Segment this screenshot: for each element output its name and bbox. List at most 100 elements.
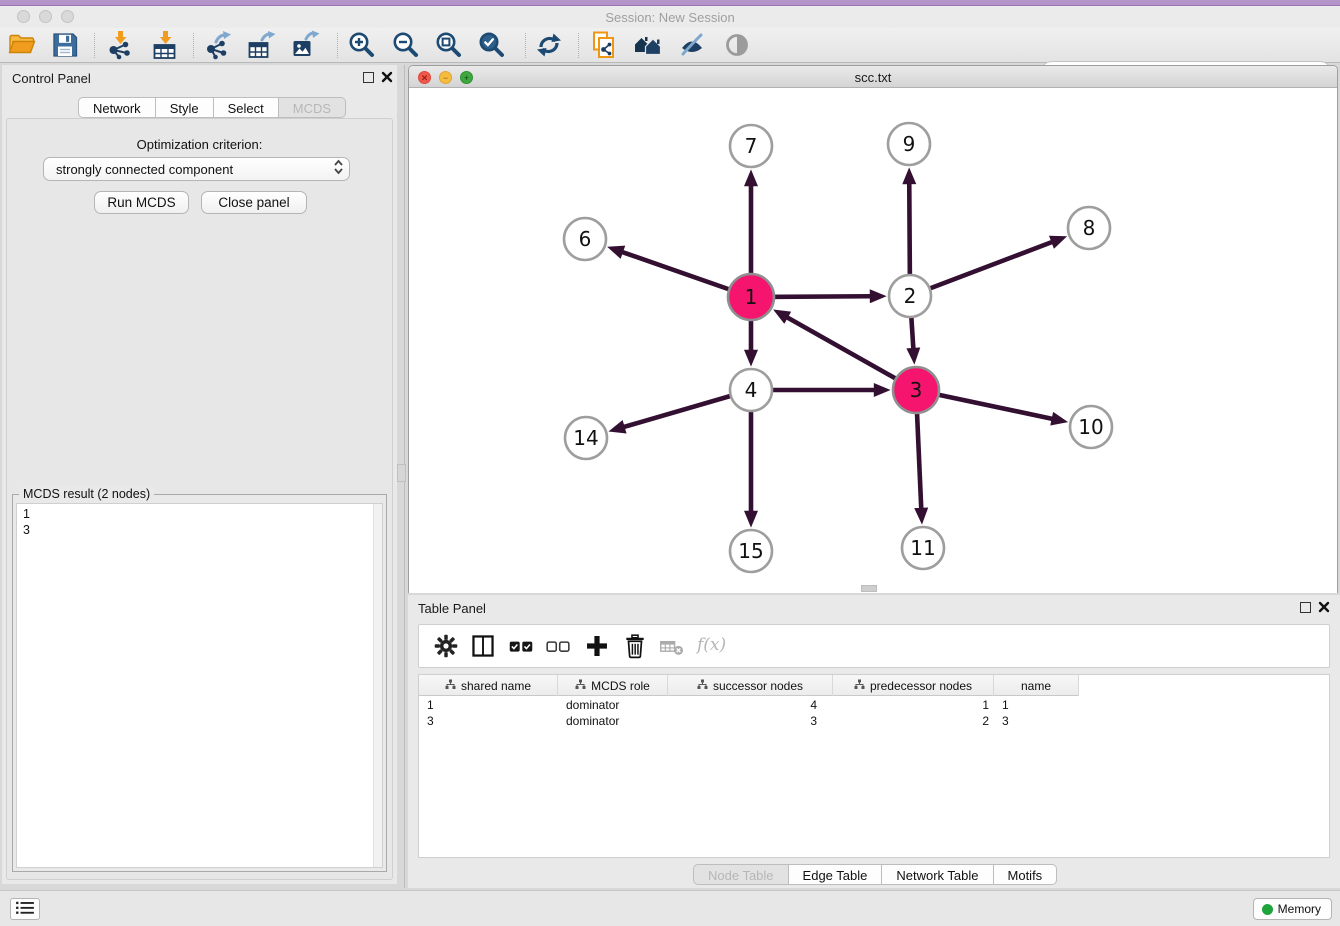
cell-shared-name[interactable]: 3 bbox=[419, 713, 558, 729]
svg-text:2: 2 bbox=[904, 284, 917, 308]
gear-icon bbox=[433, 633, 459, 659]
tab-node-table[interactable]: Node Table bbox=[693, 864, 789, 885]
graph-node-3[interactable]: 3 bbox=[893, 367, 939, 413]
panel-splitter-handle[interactable] bbox=[397, 464, 406, 482]
result-scrollbar[interactable] bbox=[373, 504, 382, 867]
zoom-fit-icon bbox=[434, 30, 464, 60]
export-table-button[interactable] bbox=[246, 30, 276, 60]
tab-style[interactable]: Style bbox=[156, 97, 214, 118]
mcds-result-list[interactable]: 13 bbox=[16, 503, 383, 868]
open-session-button[interactable] bbox=[7, 30, 37, 60]
create-column-button[interactable] bbox=[582, 632, 612, 662]
table-settings-button[interactable] bbox=[431, 632, 461, 662]
optimization-criterion-label: Optimization criterion: bbox=[2, 137, 397, 152]
column-header-successor-nodes[interactable]: successor nodes bbox=[668, 675, 833, 696]
network-canvas[interactable]: 7 9 6 8 1 2 4 3 14 10 15 11 bbox=[409, 88, 1337, 593]
application-window: Session: New Session bbox=[0, 0, 1340, 926]
open-folder-icon bbox=[7, 30, 37, 60]
function-builder-button[interactable]: f(x) bbox=[697, 635, 726, 655]
apply-layout-button[interactable] bbox=[534, 30, 564, 60]
table-header-row: shared nameMCDS rolesuccessor nodesprede… bbox=[419, 675, 1079, 696]
graph-node-8[interactable]: 8 bbox=[1068, 207, 1110, 249]
hide-selected-button[interactable] bbox=[677, 30, 707, 60]
cell-successor-nodes[interactable]: 4 bbox=[668, 697, 833, 713]
table-row[interactable]: 1dominator411 bbox=[419, 697, 1079, 713]
save-disk-icon bbox=[50, 30, 80, 60]
float-panel-icon[interactable] bbox=[363, 72, 374, 83]
cell-predecessor-nodes[interactable]: 1 bbox=[833, 697, 994, 713]
column-header-name[interactable]: name bbox=[994, 675, 1079, 696]
graph-node-11[interactable]: 11 bbox=[902, 527, 944, 569]
graph-node-4[interactable]: 4 bbox=[730, 369, 772, 411]
tab-mcds[interactable]: MCDS bbox=[279, 97, 346, 118]
cell-predecessor-nodes[interactable]: 2 bbox=[833, 713, 994, 729]
tab-network[interactable]: Network bbox=[78, 97, 156, 118]
network-window-titlebar[interactable]: ✕ − + scc.txt bbox=[409, 66, 1337, 88]
graph-node-9[interactable]: 9 bbox=[888, 123, 930, 165]
import-network-icon bbox=[105, 30, 135, 60]
cell-MCDS-role[interactable]: dominator bbox=[558, 697, 668, 713]
select-all-columns-button[interactable] bbox=[506, 632, 536, 662]
export-network-button[interactable] bbox=[203, 30, 233, 60]
cell-successor-nodes[interactable]: 3 bbox=[668, 713, 833, 729]
export-network-icon bbox=[203, 30, 233, 60]
graph-node-10[interactable]: 10 bbox=[1070, 406, 1112, 448]
float-table-panel-icon[interactable] bbox=[1300, 602, 1311, 613]
close-panel-button[interactable]: Close panel bbox=[201, 191, 307, 214]
dropdown-stepper-icon bbox=[327, 159, 349, 180]
toolbar-separator bbox=[337, 33, 338, 58]
mcds-result-item: 3 bbox=[17, 522, 382, 538]
column-header-predecessor-nodes[interactable]: predecessor nodes bbox=[833, 675, 994, 696]
zoom-fit-button[interactable] bbox=[434, 30, 464, 60]
zoom-selected-button[interactable] bbox=[477, 30, 507, 60]
graph-node-7[interactable]: 7 bbox=[730, 125, 772, 167]
zoom-in-button[interactable] bbox=[347, 30, 377, 60]
delete-table-button[interactable] bbox=[657, 632, 687, 662]
deselect-all-columns-button[interactable] bbox=[543, 632, 573, 662]
column-header-shared-name[interactable]: shared name bbox=[419, 675, 558, 696]
column-header-MCDS-role[interactable]: MCDS role bbox=[558, 675, 668, 696]
svg-text:4: 4 bbox=[745, 378, 758, 402]
tab-motifs[interactable]: Motifs bbox=[994, 864, 1058, 885]
delete-column-button[interactable] bbox=[620, 632, 650, 662]
tab-network-table[interactable]: Network Table bbox=[882, 864, 993, 885]
graph-node-2[interactable]: 2 bbox=[889, 275, 931, 317]
memory-label: Memory bbox=[1278, 902, 1321, 916]
cell-MCDS-role[interactable]: dominator bbox=[558, 713, 668, 729]
graph-node-14[interactable]: 14 bbox=[565, 417, 607, 459]
tree-hierarchy-icon bbox=[697, 679, 708, 693]
control-panel: Control Panel NetworkStyleSelectMCDS Opt… bbox=[2, 65, 397, 884]
table-tabs: Node TableEdge TableNetwork TableMotifs bbox=[693, 864, 1057, 885]
close-panel-icon[interactable] bbox=[380, 70, 394, 84]
run-mcds-button[interactable]: Run MCDS bbox=[94, 191, 189, 214]
graph-node-6[interactable]: 6 bbox=[564, 218, 606, 260]
cell-shared-name[interactable]: 1 bbox=[419, 697, 558, 713]
import-table-button[interactable] bbox=[150, 30, 180, 60]
cell-name[interactable]: 3 bbox=[994, 713, 1079, 729]
node-table: shared nameMCDS rolesuccessor nodesprede… bbox=[418, 674, 1330, 858]
criterion-dropdown[interactable]: strongly connected component bbox=[43, 157, 350, 181]
canvas-scroll-handle[interactable] bbox=[861, 585, 877, 592]
clone-network-button[interactable] bbox=[589, 30, 619, 60]
tab-select[interactable]: Select bbox=[214, 97, 279, 118]
clone-network-icon bbox=[589, 30, 619, 60]
import-network-button[interactable] bbox=[105, 30, 135, 60]
show-all-button[interactable] bbox=[722, 30, 752, 60]
show-panels-button[interactable] bbox=[10, 898, 40, 920]
graph-node-15[interactable]: 15 bbox=[730, 530, 772, 572]
tab-edge-table[interactable]: Edge Table bbox=[789, 864, 883, 885]
mcds-result-box: MCDS result (2 nodes) 13 bbox=[12, 494, 387, 872]
show-columns-button[interactable] bbox=[468, 632, 498, 662]
toolbar-separator bbox=[193, 33, 194, 58]
first-neighbors-button[interactable] bbox=[633, 30, 663, 60]
table-row[interactable]: 3dominator323 bbox=[419, 713, 1079, 729]
close-table-panel-icon[interactable] bbox=[1317, 600, 1331, 614]
graph-edge-2-8[interactable] bbox=[910, 242, 1052, 296]
criterion-dropdown-value: strongly connected component bbox=[44, 162, 327, 177]
graph-node-1[interactable]: 1 bbox=[728, 274, 774, 320]
save-session-button[interactable] bbox=[50, 30, 80, 60]
cell-name[interactable]: 1 bbox=[994, 697, 1079, 713]
export-image-button[interactable] bbox=[290, 30, 320, 60]
memory-button[interactable]: Memory bbox=[1253, 898, 1332, 920]
zoom-out-button[interactable] bbox=[391, 30, 421, 60]
